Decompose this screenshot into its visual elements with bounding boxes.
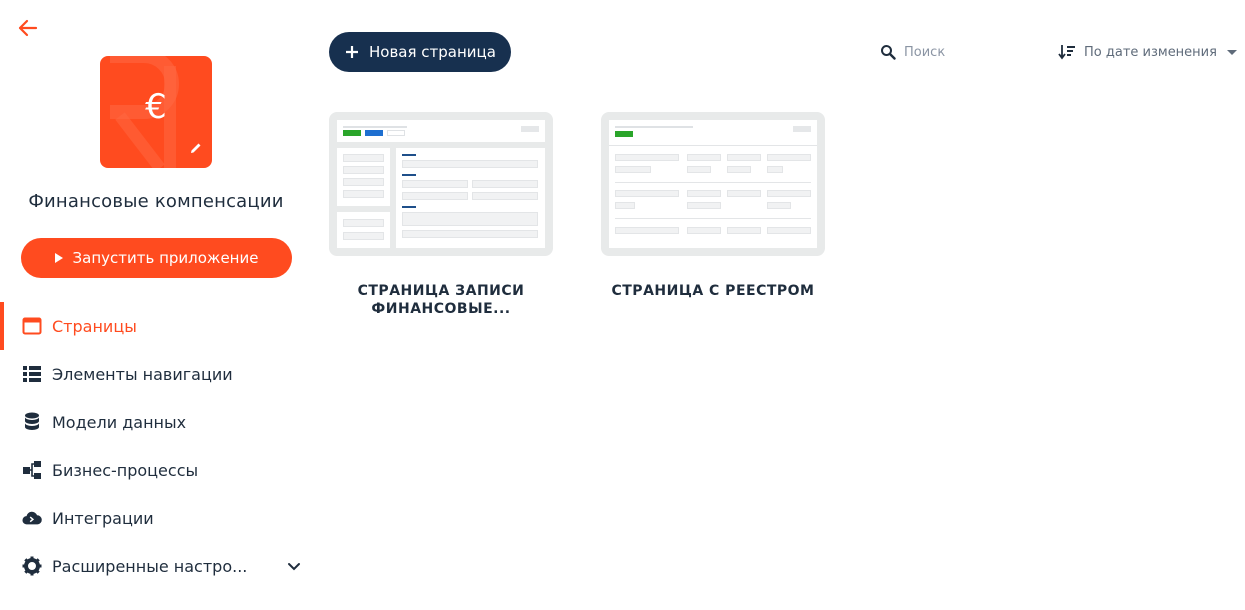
sidebar-nav: Страницы Элементы навигации Модели данны… — [0, 302, 314, 590]
sort-label: По дате изменения — [1084, 44, 1217, 60]
sort-icon — [1058, 45, 1075, 60]
process-icon — [22, 460, 42, 480]
sidebar-item-business-processes[interactable]: Бизнес-процессы — [0, 446, 314, 494]
sidebar-item-data-models[interactable]: Модели данных — [0, 398, 314, 446]
sidebar-item-label: Модели данных — [52, 412, 187, 432]
sidebar-item-label: Расширенные настро... — [52, 556, 248, 576]
app-icon[interactable]: € — [100, 56, 212, 168]
page-card[interactable]: СТРАНИЦА ЗАПИСИ ФИНАНСОВЫЕ... — [329, 112, 553, 318]
new-page-label: Новая страница — [369, 43, 496, 61]
page-thumbnail — [601, 112, 825, 256]
app-root: € Финансовые компенсации Запустить прило… — [0, 0, 1245, 610]
page-thumbnail — [329, 112, 553, 256]
pencil-icon[interactable] — [188, 140, 204, 156]
sidebar-item-label: Интеграции — [52, 508, 154, 528]
page-card[interactable]: СТРАНИЦА С РЕЕСТРОМ — [601, 112, 825, 300]
sidebar-item-label: Страницы — [52, 316, 137, 336]
page-card-title: СТРАНИЦА С РЕЕСТРОМ — [611, 283, 815, 299]
sort-dropdown[interactable]: По дате изменения — [1058, 40, 1237, 64]
list-icon — [22, 364, 42, 384]
plus-icon — [346, 46, 358, 58]
search-input[interactable] — [904, 44, 1024, 60]
search-bar — [880, 40, 1024, 64]
window-icon — [22, 316, 42, 336]
sidebar-item-label: Бизнес-процессы — [52, 460, 199, 480]
caret-down-icon — [1226, 49, 1237, 55]
sidebar-item-advanced-settings[interactable]: Расширенные настро... — [0, 542, 314, 590]
sidebar-item-label: Элементы навигации — [52, 364, 233, 384]
run-app-label: Запустить приложение — [72, 249, 259, 267]
euro-icon: € — [145, 87, 167, 127]
back-arrow-icon[interactable] — [14, 14, 42, 42]
sidebar-item-integrations[interactable]: Интеграции — [0, 494, 314, 542]
page-card-title: СТРАНИЦА ЗАПИСИ ФИНАНСОВЫЕ... — [357, 283, 525, 317]
database-icon — [22, 412, 42, 432]
cloud-icon — [22, 508, 42, 528]
play-icon — [54, 253, 63, 263]
run-app-button[interactable]: Запустить приложение — [21, 238, 292, 278]
gear-icon — [22, 556, 42, 576]
new-page-button[interactable]: Новая страница — [329, 32, 511, 72]
app-title: Финансовые компенсации — [28, 191, 284, 212]
search-icon — [881, 45, 896, 60]
chevron-down-icon[interactable] — [286, 558, 302, 574]
sidebar-item-navigation[interactable]: Элементы навигации — [0, 350, 314, 398]
sidebar-item-pages[interactable]: Страницы — [0, 302, 314, 350]
sidebar: € Финансовые компенсации Запустить прило… — [0, 0, 314, 610]
